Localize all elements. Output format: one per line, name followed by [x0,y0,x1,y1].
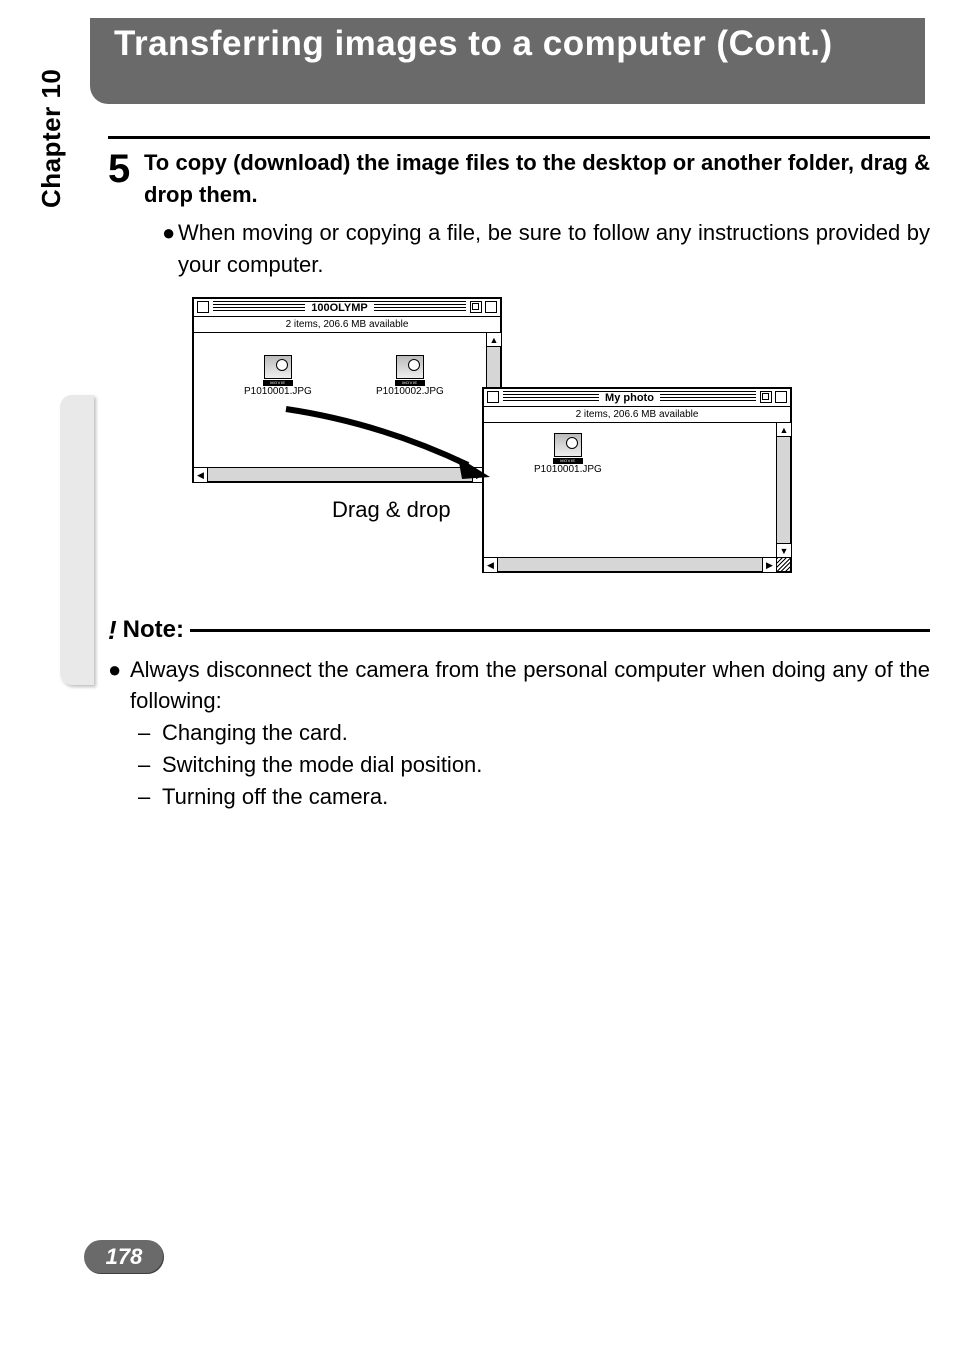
horizontal-scrollbar: ◀ ▶ [484,557,776,571]
vertical-scrollbar: ▲ ▼ [776,423,790,557]
note-sub-text: Changing the card. [162,717,348,749]
collapse-icon [485,301,497,313]
step-sub-bullet-text: When moving or copying a file, be sure t… [178,217,930,281]
step-5: 5 To copy (download) the image files to … [108,147,930,281]
note-section: ! Note: ● Always disconnect the camera f… [108,615,930,813]
window-titlebar: 100OLYMP [194,299,500,317]
destination-window: My photo 2 items, 206.6 MB available ▲ ▼… [482,387,792,573]
drag-drop-label: Drag & drop [332,497,451,523]
scroll-left-icon: ◀ [484,558,498,572]
step-instruction: To copy (download) the image files to th… [144,147,930,211]
window-title: My photo [599,392,660,404]
note-rule [190,629,930,632]
note-sub-text: Turning off the camera. [162,781,388,813]
drag-arrow-icon [280,403,490,487]
zoom-icon [470,301,482,313]
chapter-side-tab [60,395,94,685]
scroll-up-icon: ▲ [487,333,501,347]
file-name: P1010002.JPG [376,386,444,397]
file-name: P1010001.JPG [244,386,312,397]
note-bullet: ● Always disconnect the camera from the … [108,654,930,718]
file-item: MOVIE P1010002.JPG [376,355,444,397]
page-number-badge: 178 [84,1240,164,1274]
note-exclamation-icon: ! [108,615,117,646]
page-title: Transferring images to a computer (Cont.… [114,26,895,63]
window-title: 100OLYMP [305,302,373,314]
step-sub-bullet: ● When moving or copying a file, be sure… [162,217,930,281]
window-status: 2 items, 206.6 MB available [194,317,500,333]
image-file-icon [396,355,424,379]
scroll-left-icon: ◀ [194,468,208,482]
file-item: MOVIE P1010001.JPG [244,355,312,397]
scroll-up-icon: ▲ [777,423,791,437]
note-title: Note: [123,616,184,644]
scroll-right-icon: ▶ [762,558,776,572]
close-icon [197,301,209,313]
note-sub-item: – Turning off the camera. [138,781,930,813]
note-sub-item: – Switching the mode dial position. [138,749,930,781]
step-number: 5 [108,147,144,189]
top-rule [108,136,930,139]
collapse-icon [775,391,787,403]
note-sub-text: Switching the mode dial position. [162,749,482,781]
page-header-banner: Transferring images to a computer (Cont.… [90,18,925,104]
note-sub-item: – Changing the card. [138,717,930,749]
figure-drag-drop: 100OLYMP 2 items, 206.6 MB available ▲ ▼… [192,297,930,587]
zoom-icon [760,391,772,403]
chapter-label: Chapter 10 [36,69,67,208]
image-file-icon [554,433,582,457]
resize-corner-icon [776,557,790,571]
file-name: P1010001.JPG [534,464,602,475]
note-bullet-text: Always disconnect the camera from the pe… [130,654,930,718]
window-titlebar: My photo [484,389,790,407]
scroll-down-icon: ▼ [777,543,791,557]
close-icon [487,391,499,403]
file-item: MOVIE P1010001.JPG [534,433,602,475]
window-status: 2 items, 206.6 MB available [484,407,790,423]
image-file-icon [264,355,292,379]
page-content: 5 To copy (download) the image files to … [108,136,930,813]
